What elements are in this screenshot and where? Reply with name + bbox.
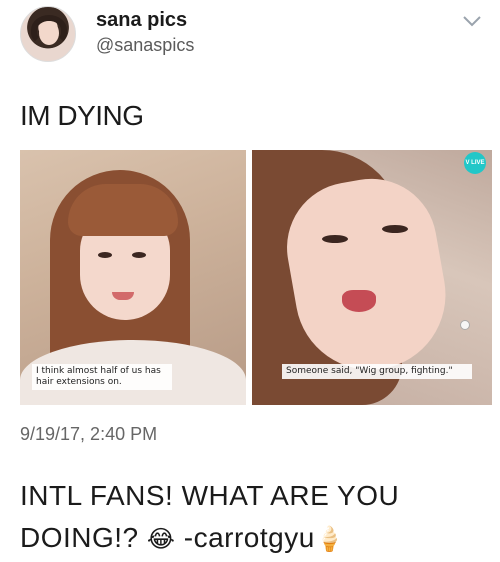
avatar-face — [39, 21, 59, 45]
photo-right[interactable]: V LIVE Someone said, "Wig group, fightin… — [252, 150, 492, 405]
photo-eye — [132, 252, 146, 258]
meme-caption: INTL FANS! WHAT ARE YOU DOING!? 😂 -carro… — [20, 475, 490, 560]
chevron-down-icon[interactable] — [461, 10, 483, 32]
v-live-logo-icon: V LIVE — [464, 152, 486, 174]
caption-text-part2: -carrotgyu — [175, 522, 315, 553]
ice-cream-emoji-icon: 🍦 — [314, 525, 346, 553]
subtitle-left: I think almost half of us has hair exten… — [32, 364, 172, 390]
tweet-text: IM DYING — [20, 100, 144, 131]
photo-bangs — [68, 184, 178, 236]
display-name[interactable]: sana pics — [96, 9, 187, 32]
timestamp[interactable]: 9/19/17, 2:40 PM — [20, 424, 157, 445]
avatar[interactable] — [20, 6, 76, 62]
photo-eye — [322, 235, 348, 243]
subtitle-right: Someone said, "Wig group, fighting." — [282, 364, 472, 379]
tweet-header: sana pics @sanaspics — [0, 0, 500, 78]
user-handle[interactable]: @sanaspics — [96, 35, 194, 56]
photo-left[interactable]: I think almost half of us has hair exten… — [20, 150, 246, 405]
photo-mouth — [342, 290, 376, 312]
tears-of-joy-emoji-icon: 😂 — [146, 525, 176, 553]
photo-eye — [382, 225, 408, 233]
earring — [460, 320, 470, 330]
photo-eye — [98, 252, 112, 258]
tweet-media[interactable]: I think almost half of us has hair exten… — [0, 150, 492, 405]
